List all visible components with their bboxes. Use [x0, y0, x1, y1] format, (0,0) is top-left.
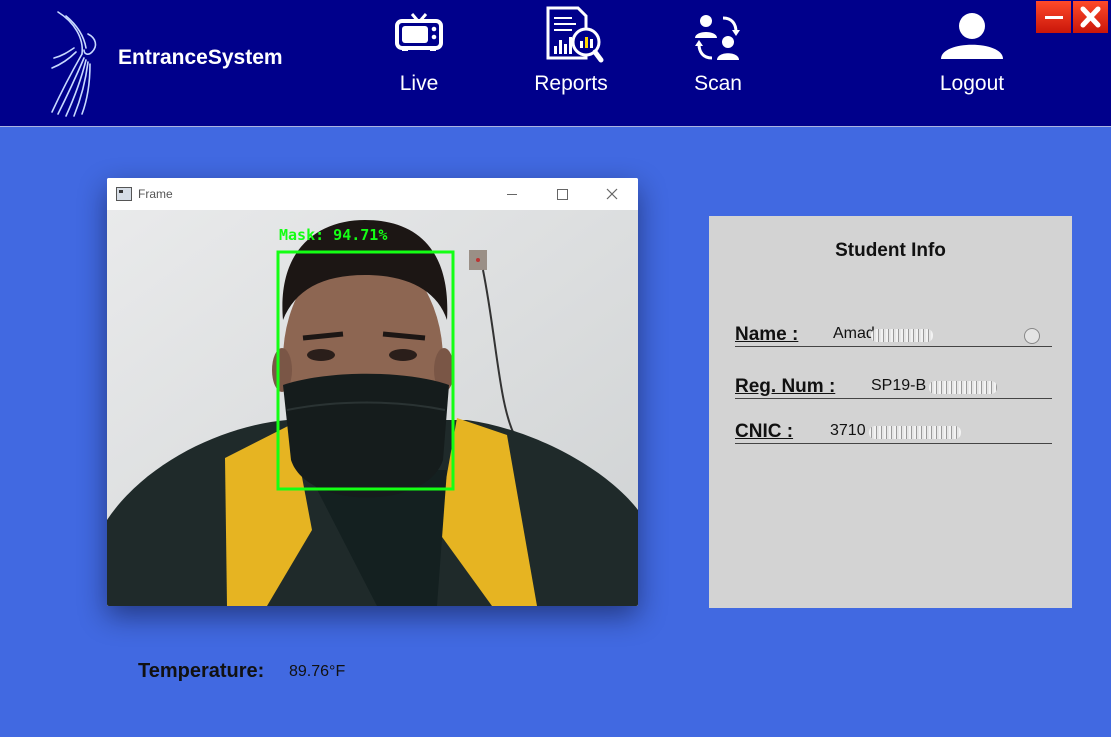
app-title: EntranceSystem — [118, 46, 283, 69]
student-info-panel: Student Info Name : Amad Reg. Num : SP19… — [709, 216, 1072, 608]
close-icon — [1080, 6, 1101, 28]
temperature-label: Temperature: — [138, 660, 265, 682]
redaction-scribble — [869, 426, 961, 439]
name-value: Amad — [833, 325, 875, 342]
camera-image — [107, 210, 638, 606]
nav-live-label: Live — [399, 72, 439, 95]
nav-live[interactable]: Live — [378, 0, 460, 126]
nav-scan[interactable]: Scan — [680, 0, 756, 126]
reg-num-field: Reg. Num : SP19-B — [735, 368, 1052, 399]
reg-num-value: SP19-B — [871, 377, 927, 394]
user-icon — [941, 13, 1003, 59]
window-app-icon — [116, 187, 132, 201]
redaction-scribble — [871, 329, 933, 342]
nav-reports[interactable]: Reports — [520, 0, 622, 126]
name-label: Name : — [735, 324, 799, 345]
frame-titlebar[interactable]: Frame — [107, 178, 638, 210]
nav-logout[interactable]: Logout — [924, 0, 1020, 126]
mask-detection-label: Mask: 94.71% — [279, 226, 388, 244]
temperature-value: 89.76°F — [289, 663, 346, 680]
nav-logout-label: Logout — [939, 72, 1005, 95]
close-button[interactable] — [1073, 1, 1108, 33]
phoenix-logo-icon — [51, 11, 97, 117]
frame-maximize-button[interactable] — [548, 182, 576, 206]
name-field: Name : Amad — [735, 316, 1052, 347]
student-info-heading: Student Info — [835, 240, 946, 261]
top-navigation-bar: EntranceSystem Live Reports Scan Logout — [0, 0, 1111, 127]
nav-scan-label: Scan — [694, 72, 742, 95]
cnic-field: CNIC : 3710 — [735, 413, 1052, 444]
report-chart-icon — [546, 6, 604, 63]
camera-frame-window: Frame Mask: 94.71% — [107, 178, 638, 606]
minimize-button[interactable] — [1036, 1, 1071, 33]
frame-close-button[interactable] — [598, 182, 626, 206]
cnic-value: 3710 — [830, 422, 866, 439]
frame-minimize-button[interactable] — [498, 182, 526, 206]
camera-feed: Mask: 94.71% — [107, 210, 638, 606]
tv-icon — [395, 13, 443, 51]
close-icon — [606, 188, 618, 200]
redaction-scribble — [929, 381, 997, 394]
nav-reports-label: Reports — [534, 72, 608, 95]
frame-title: Frame — [138, 187, 173, 201]
radio-button[interactable] — [1024, 328, 1040, 344]
reg-num-label: Reg. Num : — [735, 376, 836, 397]
cnic-label: CNIC : — [735, 421, 794, 442]
users-switch-icon — [695, 15, 740, 60]
